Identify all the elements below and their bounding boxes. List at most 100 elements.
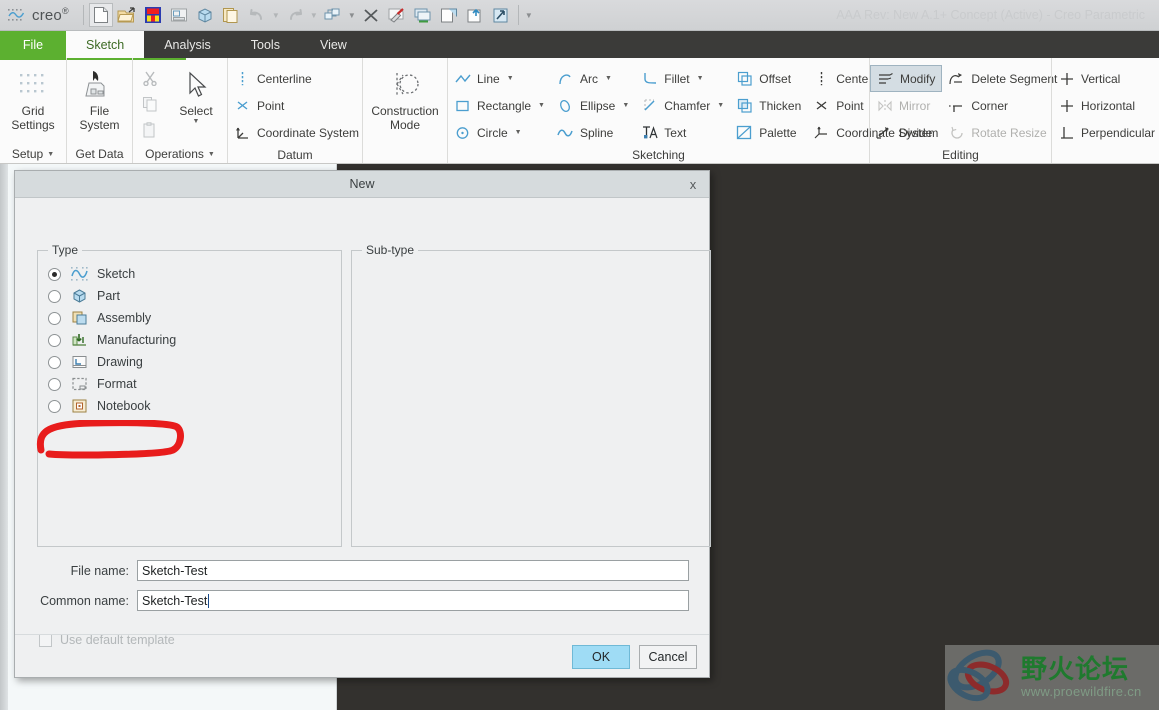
palette-button[interactable]: Palette [730, 119, 807, 146]
save-icon[interactable] [141, 3, 165, 27]
type-option-assembly-label: Assembly [97, 311, 152, 325]
rotate-resize-button[interactable]: Rotate Resize [942, 119, 1063, 146]
chevron-down-icon[interactable]: ▼ [717, 102, 724, 109]
cut-icon[interactable] [137, 65, 163, 91]
cancel-button[interactable]: Cancel [639, 644, 697, 669]
paint-icon[interactable] [385, 3, 409, 27]
arc-button[interactable]: Arc ▼ [551, 65, 635, 92]
grid-settings-icon [16, 66, 50, 104]
new-window-icon[interactable] [437, 3, 461, 27]
creo-wordmark: creo® [32, 6, 69, 24]
ok-button[interactable]: OK [572, 644, 630, 669]
divide-button[interactable]: Divide [870, 119, 942, 146]
radio-assembly[interactable] [48, 311, 61, 325]
corner-label: Corner [971, 98, 1009, 113]
type-option-part[interactable]: Part [48, 285, 176, 307]
corner-button[interactable]: Corner [942, 92, 1063, 119]
tab-file[interactable]: File [0, 31, 66, 58]
ellipse-button[interactable]: Ellipse ▼ [551, 92, 635, 119]
chevron-down-icon[interactable]: ▼ [697, 75, 704, 82]
ribbon-group-operations-label[interactable]: Operations ▼ [133, 145, 227, 163]
delete-segment-button[interactable]: Delete Segment [942, 65, 1063, 92]
radio-format[interactable] [48, 377, 61, 391]
grid-settings-button[interactable]: Grid Settings [0, 62, 66, 132]
print-icon[interactable] [167, 3, 191, 27]
spline-label: Spline [579, 125, 614, 140]
radio-part[interactable] [48, 289, 61, 303]
type-option-manufacturing[interactable]: Manufacturing [48, 329, 176, 351]
thicken-button[interactable]: Thicken [730, 92, 807, 119]
circle-button[interactable]: Circle ▼ [448, 119, 551, 146]
radio-drawing[interactable] [48, 355, 61, 369]
copy-page-icon[interactable] [219, 3, 243, 27]
chevron-down-icon[interactable]: ▼ [605, 75, 612, 82]
datum-point-button[interactable]: Point [228, 92, 365, 119]
chevron-down-icon[interactable]: ▼ [538, 102, 545, 109]
radio-sketch[interactable] [48, 267, 61, 281]
modify-button[interactable]: Modify [870, 65, 943, 92]
mirror-button[interactable]: Mirror [870, 92, 942, 119]
file-system-button[interactable]: File System [67, 62, 132, 132]
chevron-down-icon[interactable]: ▼ [193, 118, 200, 125]
text-button[interactable]: Text [635, 119, 730, 146]
tab-view[interactable]: View [300, 31, 367, 58]
window-title: AAA Rev: New A.1+ Concept (Active) - Cre… [836, 8, 1145, 22]
tab-sketch[interactable]: Sketch [66, 31, 145, 59]
type-option-format[interactable]: Format [48, 373, 176, 395]
close-window-icon[interactable] [359, 3, 383, 27]
offset-button[interactable]: Offset [730, 65, 807, 92]
paste-icon[interactable] [137, 117, 163, 143]
fillet-button[interactable]: Fillet ▼ [635, 65, 730, 92]
type-option-notebook[interactable]: Notebook [48, 395, 176, 417]
redo-icon[interactable] [283, 3, 307, 27]
chevron-down-icon[interactable]: ▼ [622, 102, 629, 109]
assembly-type-icon [71, 310, 88, 327]
redo-dropdown-caret-icon[interactable]: ▼ [308, 11, 320, 20]
part-cube-icon[interactable] [193, 3, 217, 27]
new-dialog-titlebar[interactable]: New x [15, 171, 709, 198]
file-name-input[interactable]: Sketch-Test [137, 560, 689, 581]
datum-coordinate-system-button[interactable]: Coordinate System [228, 119, 365, 146]
radio-notebook[interactable] [48, 399, 61, 413]
vertical-constraint-button[interactable]: Vertical [1052, 65, 1159, 92]
coordinate-system-icon [234, 124, 251, 141]
undo-icon[interactable] [245, 3, 269, 27]
customize-toolbar-icon[interactable]: ▼ [523, 11, 535, 20]
ribbon-group-setup-label[interactable]: Setup ▼ [0, 145, 66, 163]
copy-icon[interactable] [137, 91, 163, 117]
navigator-resize-handle[interactable] [0, 164, 8, 710]
type-option-drawing[interactable]: Drawing [48, 351, 176, 373]
new-file-icon[interactable] [88, 3, 113, 27]
rectangle-button[interactable]: Rectangle ▼ [448, 92, 551, 119]
close-icon[interactable]: x [683, 175, 703, 194]
common-name-input[interactable]: Sketch-Test [137, 590, 689, 611]
sketch-view-icon[interactable] [489, 3, 513, 27]
undo-dropdown-caret-icon[interactable]: ▼ [270, 11, 282, 20]
refresh-window-icon[interactable] [463, 3, 487, 27]
line-button[interactable]: Line ▼ [448, 65, 551, 92]
type-groupbox-label: Type [48, 243, 83, 257]
text-icon [641, 124, 658, 141]
chamfer-button[interactable]: Chamfer ▼ [635, 92, 730, 119]
type-groupbox: Type Sketch Part Assembly Manufacturing … [37, 243, 342, 547]
perpendicular-constraint-icon [1058, 124, 1075, 141]
tab-analysis[interactable]: Analysis [144, 31, 231, 58]
display-style-icon[interactable] [411, 3, 435, 27]
construction-mode-button[interactable]: Construction Mode [363, 62, 447, 132]
chevron-down-icon[interactable]: ▼ [507, 75, 514, 82]
radio-manufacturing[interactable] [48, 333, 61, 347]
type-option-sketch[interactable]: Sketch [48, 263, 176, 285]
type-option-assembly[interactable]: Assembly [48, 307, 176, 329]
regenerate-icon[interactable] [321, 3, 345, 27]
perpendicular-constraint-button[interactable]: Perpendicular [1052, 119, 1159, 146]
datum-centerline-button[interactable]: Centerline [228, 65, 365, 92]
select-button[interactable]: Select ▼ [165, 62, 227, 125]
chevron-down-icon[interactable]: ▼ [515, 129, 522, 136]
horizontal-constraint-button[interactable]: Horizontal [1052, 92, 1159, 119]
line-icon [454, 70, 471, 87]
spline-button[interactable]: Spline [551, 119, 635, 146]
regenerate-dropdown-caret-icon[interactable]: ▼ [346, 11, 358, 20]
select-arrow-icon [183, 66, 209, 104]
open-file-icon[interactable] [115, 3, 139, 27]
tab-tools[interactable]: Tools [231, 31, 300, 58]
